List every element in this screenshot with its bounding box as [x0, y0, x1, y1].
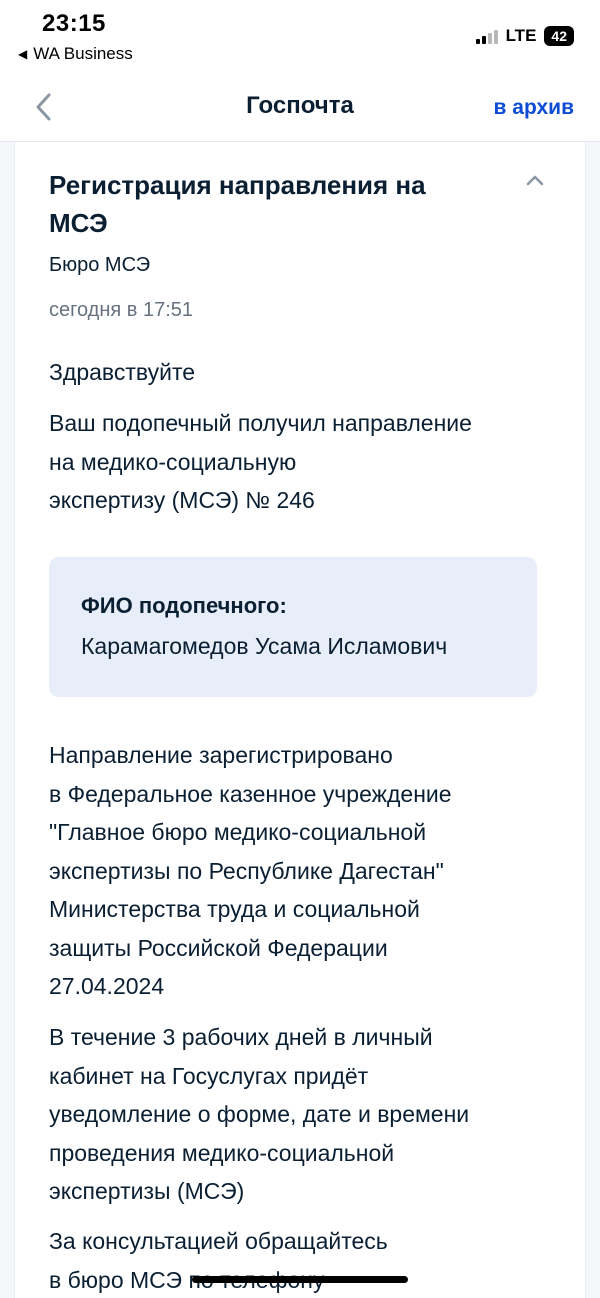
message-date: сегодня в 17:51 — [49, 299, 193, 321]
back-app-label: WA Business — [33, 44, 133, 63]
message-card: Регистрация направления на МСЭ Бюро МСЭ … — [14, 142, 586, 1298]
message-paragraph-1: Ваш подопечный получил направление на ме… — [49, 410, 472, 513]
back-to-app-link[interactable]: ◀ WA Business — [18, 44, 133, 64]
message-title: Регистрация направления на МСЭ — [49, 170, 426, 238]
status-time: 23:15 — [42, 10, 106, 37]
chevron-up-icon[interactable] — [523, 172, 547, 188]
message-sender: Бюро МСЭ — [49, 254, 151, 276]
message-page: Регистрация направления на МСЭ Бюро МСЭ … — [0, 142, 600, 1298]
message-paragraph-3: В течение 3 рабочих дней в личный кабине… — [49, 1024, 470, 1204]
status-bar: 23:15 ◀ WA Business LTE 42 — [0, 0, 600, 72]
message-paragraph-4: За консультацией обращайтесь в бюро МСЭ … — [49, 1228, 388, 1293]
message-paragraph-2: Направление зарегистрировано в Федеральн… — [49, 742, 452, 999]
nav-bar: Госпочта в архив — [0, 72, 600, 142]
message-greeting: Здравствуйте — [49, 359, 196, 385]
fio-label: ФИО подопечного: — [81, 593, 287, 618]
fio-info-box: ФИО подопечного: Карамагомедов Усама Исл… — [49, 557, 537, 697]
battery-icon: 42 — [544, 26, 574, 46]
network-label: LTE — [505, 26, 537, 45]
archive-button[interactable]: в архив — [494, 96, 574, 120]
back-triangle-icon: ◀ — [18, 47, 28, 61]
signal-icon — [475, 28, 498, 44]
status-indicators: LTE 42 — [475, 26, 574, 46]
home-indicator[interactable] — [192, 1276, 408, 1283]
fio-name: Карамагомедов Усама Исламович — [81, 633, 448, 659]
